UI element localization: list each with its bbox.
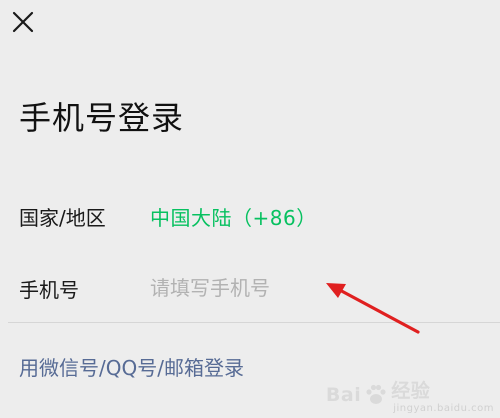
phone-label: 手机号 xyxy=(19,277,79,302)
watermark: Bai 经验 jingyan.baidu.com xyxy=(326,376,494,414)
region-selector[interactable]: 中国大陆（+86） xyxy=(150,202,317,231)
watermark-sub: jingyan.baidu.com xyxy=(393,403,494,414)
region-label: 国家/地区 xyxy=(19,205,106,230)
divider xyxy=(8,322,500,323)
watermark-brand: Bai xyxy=(325,384,362,406)
alt-login-link[interactable]: 用微信号/QQ号/邮箱登录 xyxy=(19,352,244,381)
close-button[interactable] xyxy=(9,8,37,36)
watermark-suffix: 经验 xyxy=(391,380,431,402)
phone-row: 手机号 xyxy=(19,266,484,310)
close-icon xyxy=(12,11,34,33)
phone-input[interactable] xyxy=(150,268,450,308)
paw-logo-icon xyxy=(366,384,386,404)
page-title: 手机号登录 xyxy=(19,99,185,137)
region-row[interactable]: 国家/地区 中国大陆（+86） xyxy=(19,194,484,238)
